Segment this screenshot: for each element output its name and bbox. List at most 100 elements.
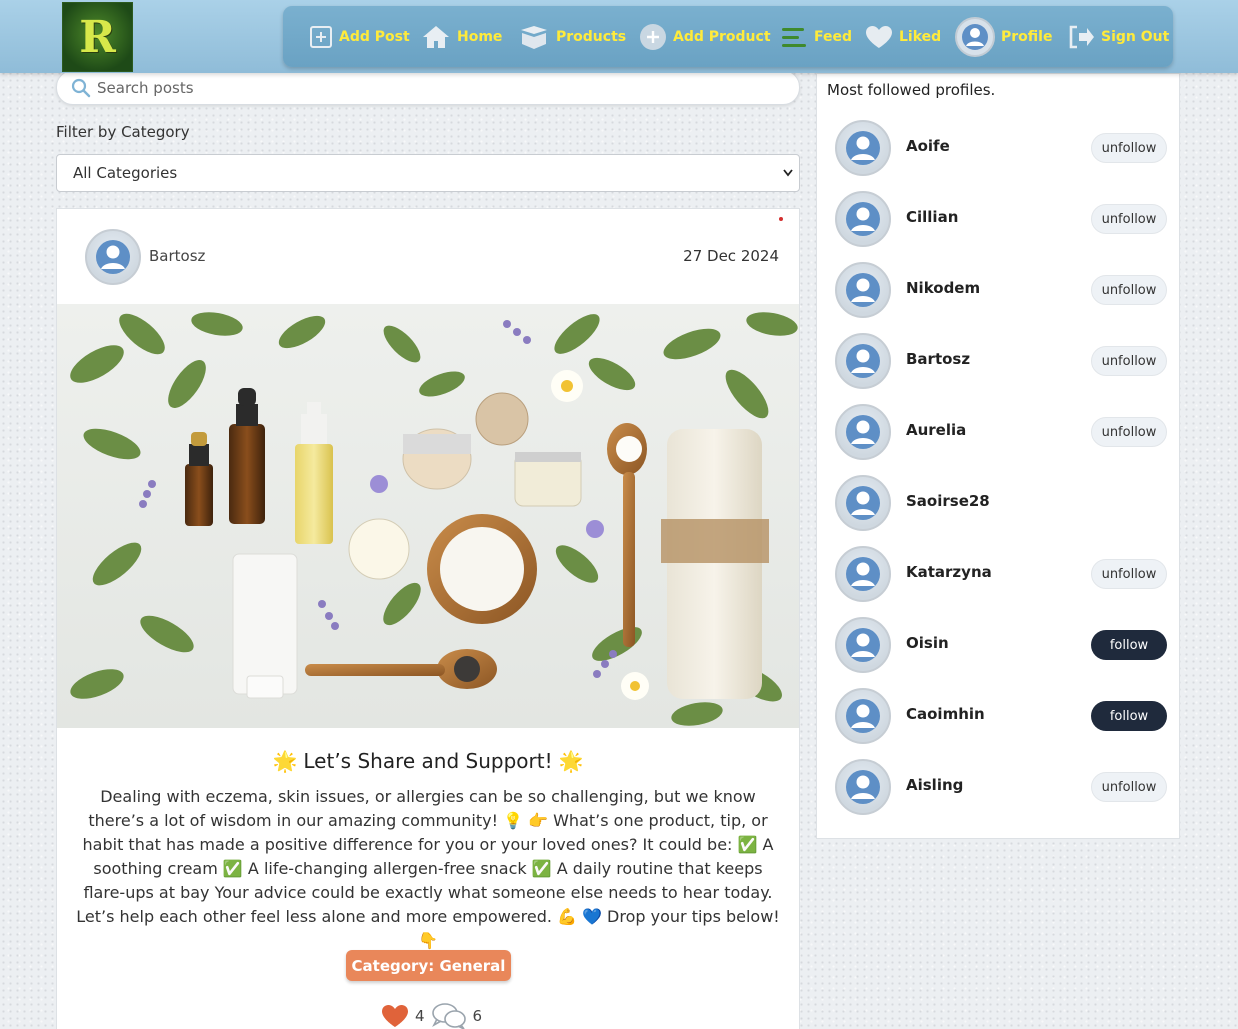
post-body: Dealing with eczema, skin issues, or all… xyxy=(76,787,780,950)
follow-button[interactable]: follow xyxy=(1091,630,1167,660)
post-image[interactable] xyxy=(57,304,799,728)
profile-avatar[interactable] xyxy=(835,120,891,176)
star-emoji: 🌟 xyxy=(558,749,584,773)
unfollow-button[interactable]: unfollow xyxy=(1091,133,1167,163)
profile-name[interactable]: Katarzyna xyxy=(906,563,992,581)
skincare-flatlay-illustration xyxy=(57,304,799,728)
post-author-avatar[interactable] xyxy=(85,229,141,285)
follow-button[interactable]: follow xyxy=(1091,701,1167,731)
profile-avatar[interactable] xyxy=(835,617,891,673)
user-icon xyxy=(846,202,880,236)
post-title-text: Let’s Share and Support! xyxy=(303,749,553,773)
star-emoji: 🌟 xyxy=(272,749,298,773)
profile-avatar[interactable] xyxy=(835,404,891,460)
nav-label: Liked xyxy=(899,28,942,45)
heart-icon xyxy=(866,25,892,48)
unfollow-button[interactable]: unfollow xyxy=(1091,275,1167,305)
plus-square-icon xyxy=(310,25,332,48)
profile-avatar[interactable] xyxy=(835,546,891,602)
comment-icon[interactable] xyxy=(431,1002,467,1029)
plus-circle-icon xyxy=(640,23,666,50)
feed-lines-icon xyxy=(782,27,806,47)
post-card: Bartosz 27 Dec 2024 🌟 Let’s Share and Su… xyxy=(56,208,800,1029)
nav-home[interactable]: Home xyxy=(421,6,502,67)
profile-row: Aisling unfollow xyxy=(817,759,1179,830)
post-title: 🌟 Let’s Share and Support! 🌟 xyxy=(57,749,799,773)
profile-avatar[interactable] xyxy=(835,475,891,531)
nav-label: Profile xyxy=(1001,28,1053,45)
logo-letter: R xyxy=(79,11,116,63)
nav-label: Add Product xyxy=(673,28,771,45)
user-icon xyxy=(846,486,880,520)
unfollow-button[interactable]: unfollow xyxy=(1091,772,1167,802)
search-input[interactable] xyxy=(97,76,777,100)
user-icon xyxy=(846,131,880,165)
nav-products[interactable]: Products xyxy=(518,6,626,67)
profile-row: Aurelia unfollow xyxy=(817,404,1179,475)
unfollow-button[interactable]: unfollow xyxy=(1091,204,1167,234)
user-icon xyxy=(846,273,880,307)
profile-name[interactable]: Caoimhin xyxy=(906,705,985,723)
filter-label: Filter by Category xyxy=(56,123,190,141)
category-badge[interactable]: Category: General xyxy=(346,950,511,981)
nav-feed[interactable]: Feed xyxy=(780,6,852,67)
profile-name[interactable]: Aisling xyxy=(906,776,963,794)
post-body-part: A life-changing allergen-free snack xyxy=(247,859,527,878)
profile-row: Nikodem unfollow xyxy=(817,262,1179,333)
user-icon xyxy=(96,240,130,274)
profile-name[interactable]: Aoife xyxy=(906,137,950,155)
profile-name[interactable]: Bartosz xyxy=(906,350,970,368)
navbar: R Add Post Home Products Add Product Fee… xyxy=(0,0,1238,73)
profile-row: Caoimhin follow xyxy=(817,688,1179,759)
profile-avatar[interactable] xyxy=(835,759,891,815)
followed-profiles-panel: Most followed profiles. Aoife unfollow Cil… xyxy=(816,73,1180,839)
profile-avatar[interactable] xyxy=(835,262,891,318)
profile-row: Katarzyna unfollow xyxy=(817,546,1179,617)
nav-label: Sign Out xyxy=(1101,28,1170,45)
sign-out-icon xyxy=(1069,25,1094,48)
profile-avatar[interactable] xyxy=(835,333,891,389)
profile-row: Oisin follow xyxy=(817,617,1179,688)
profile-row: Aoife unfollow xyxy=(817,120,1179,191)
profile-row: Cillian unfollow xyxy=(817,191,1179,262)
nav-add-post[interactable]: Add Post xyxy=(309,6,410,67)
like-count: 4 xyxy=(415,1007,425,1025)
nav-sign-out[interactable]: Sign Out xyxy=(1067,6,1169,67)
nav-label: Add Post xyxy=(339,28,410,45)
profile-name[interactable]: Cillian xyxy=(906,208,958,226)
unfollow-button[interactable]: unfollow xyxy=(1091,559,1167,589)
post-date: 27 Dec 2024 xyxy=(683,247,779,265)
user-icon xyxy=(846,770,880,804)
profile-name[interactable]: Aurelia xyxy=(906,421,966,439)
post-body-part: Drop your tips below! xyxy=(607,907,780,926)
avatar-icon xyxy=(955,16,995,57)
nav-profile[interactable]: Profile xyxy=(955,6,1052,67)
nav-liked[interactable]: Liked xyxy=(865,6,941,67)
heart-icon[interactable] xyxy=(381,1004,409,1028)
profile-name[interactable]: Oisin xyxy=(906,634,949,652)
unfollow-button[interactable]: unfollow xyxy=(1091,346,1167,376)
profile-avatar[interactable] xyxy=(835,688,891,744)
user-icon xyxy=(846,415,880,449)
search-bar xyxy=(56,70,800,105)
post-reactions: 4 6 xyxy=(381,1001,482,1029)
panel-title: Most followed profiles. xyxy=(827,81,996,99)
user-icon xyxy=(846,628,880,662)
chevron-down-icon xyxy=(783,169,793,177)
box-icon xyxy=(521,25,547,49)
nav-label: Feed xyxy=(814,28,853,45)
user-icon xyxy=(846,557,880,591)
profile-row: Saoirse28 xyxy=(817,475,1179,546)
site-logo[interactable]: R xyxy=(62,2,133,72)
home-icon xyxy=(423,25,449,48)
category-select[interactable]: All Categories xyxy=(56,154,800,192)
nav-label: Home xyxy=(457,28,503,45)
profile-avatar[interactable] xyxy=(835,191,891,247)
nav-add-product[interactable]: Add Product xyxy=(639,6,771,67)
post-author[interactable]: Bartosz xyxy=(149,247,205,265)
notification-dot xyxy=(779,217,783,221)
comment-count: 6 xyxy=(472,1007,483,1025)
profile-name[interactable]: Saoirse28 xyxy=(906,492,990,510)
unfollow-button[interactable]: unfollow xyxy=(1091,417,1167,447)
profile-name[interactable]: Nikodem xyxy=(906,279,980,297)
